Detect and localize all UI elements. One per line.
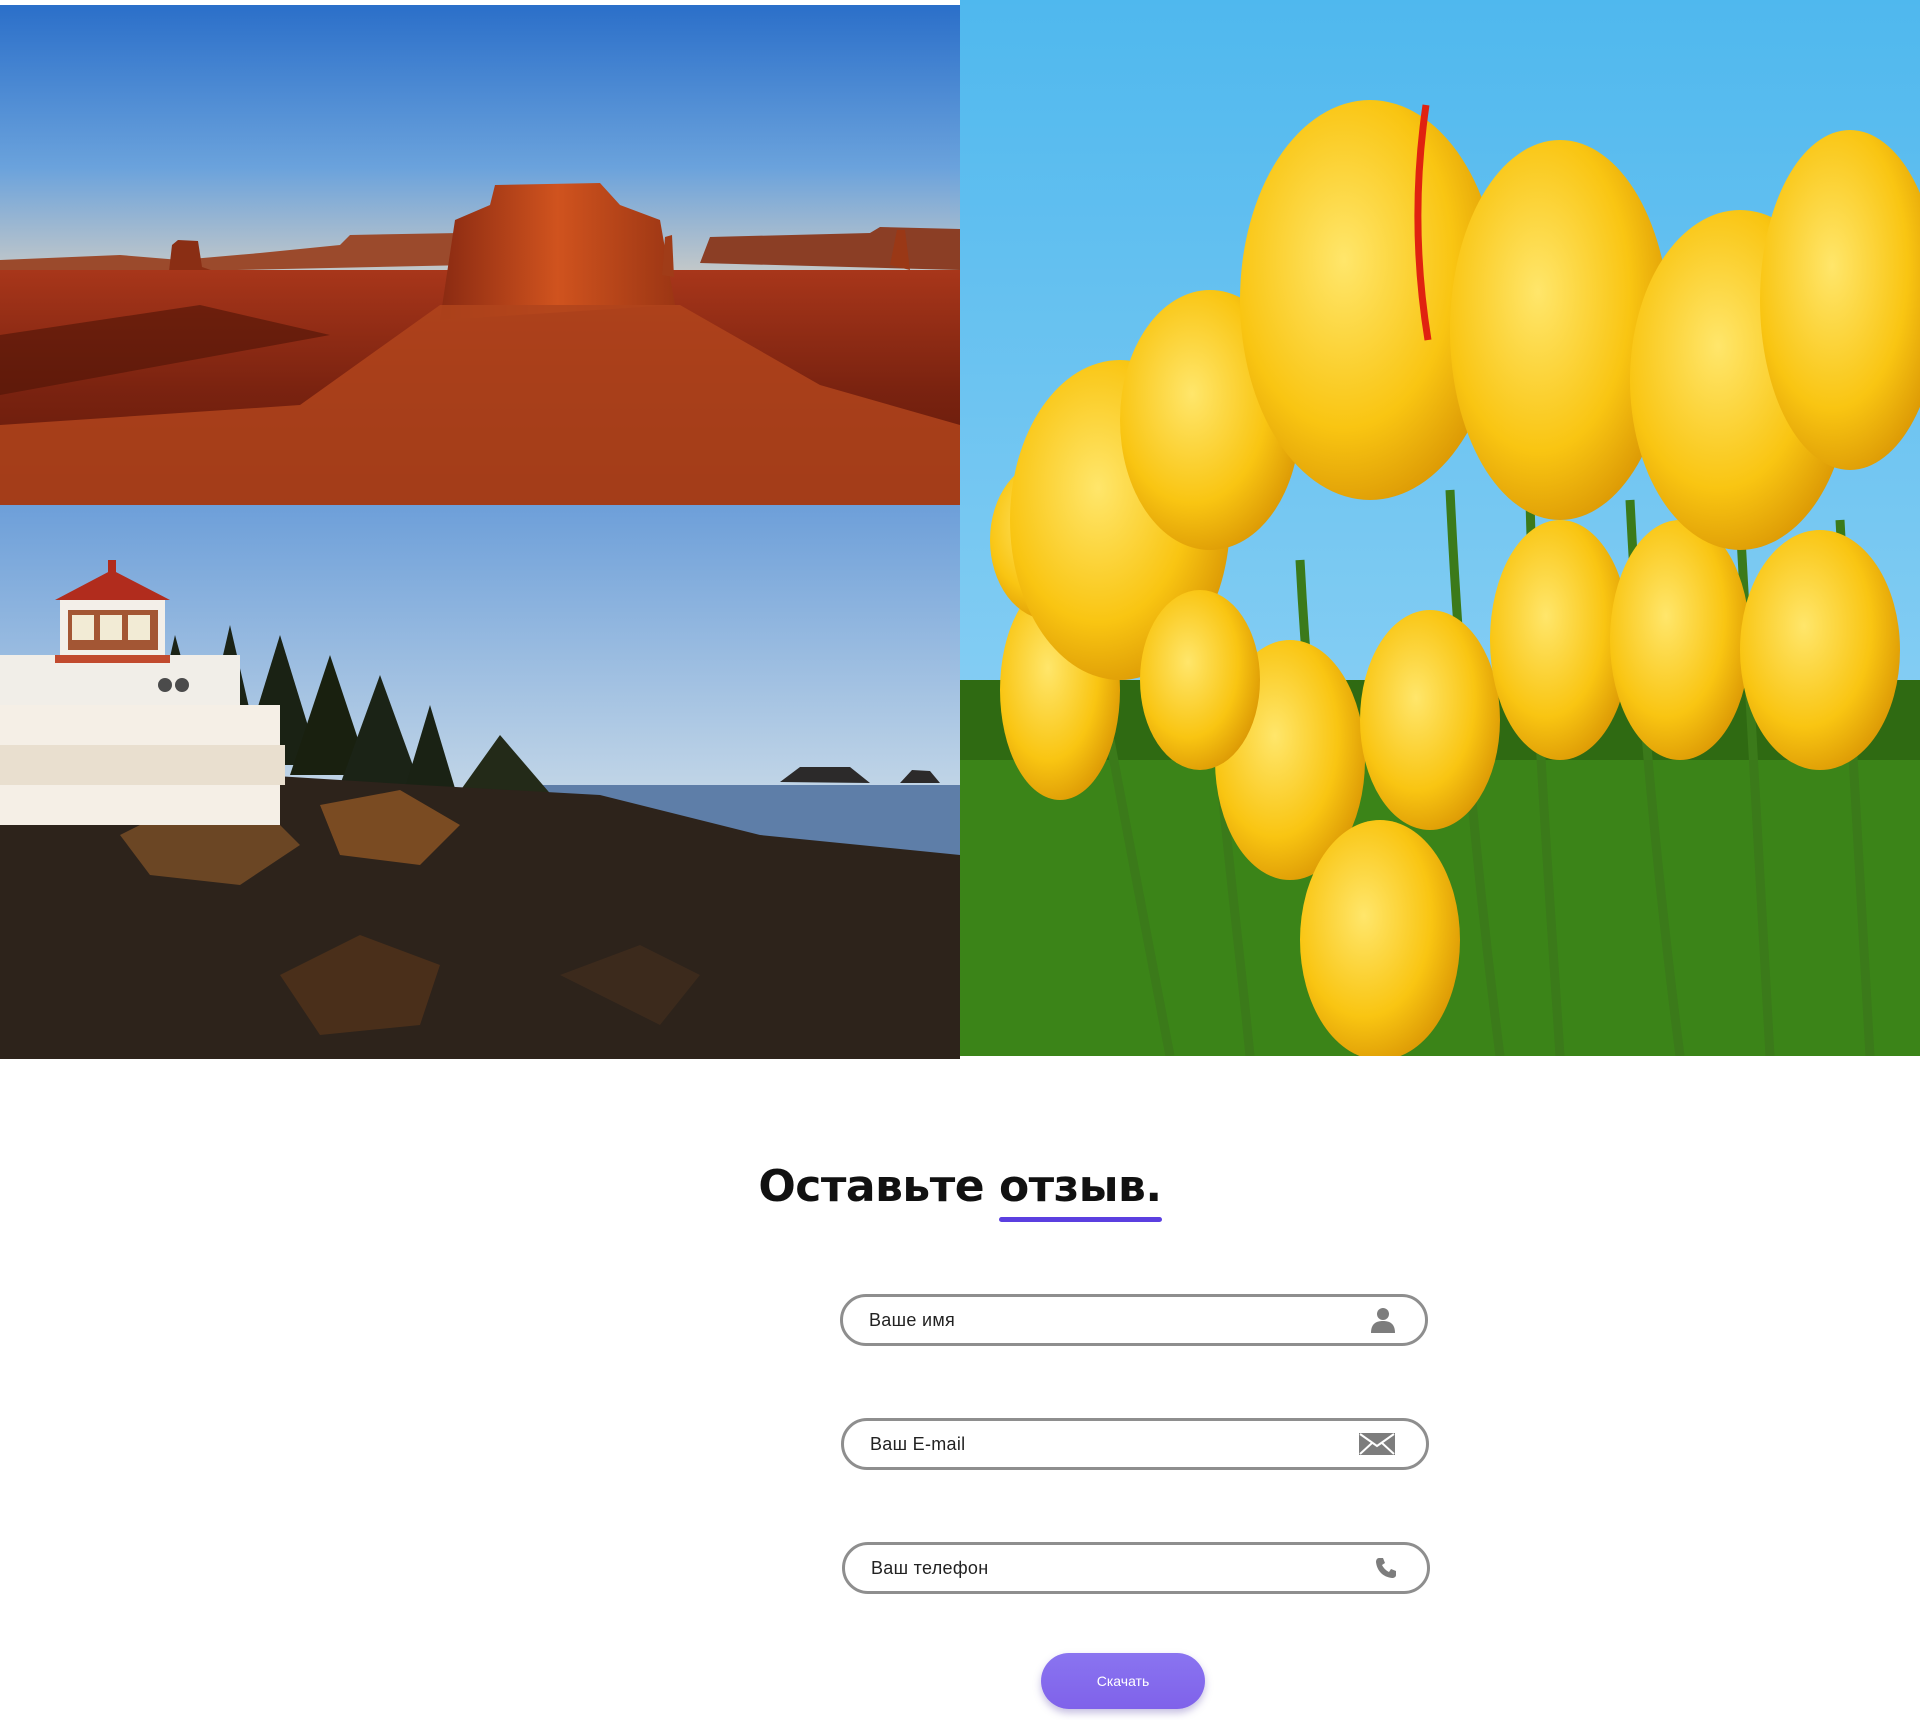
email-field[interactable]: Ваш E-mail xyxy=(841,1418,1429,1470)
download-button[interactable]: Скачать xyxy=(1041,1653,1205,1709)
name-field-label: Ваше имя xyxy=(869,1310,956,1330)
phone-field-label: Ваш телефон xyxy=(871,1558,989,1578)
photo-gallery xyxy=(0,0,1920,1059)
email-field-label: Ваш E-mail xyxy=(870,1434,966,1454)
title-accent: отзыв. xyxy=(998,1161,1162,1222)
desert-mesa-photo xyxy=(0,5,960,505)
phone-icon xyxy=(1375,1545,1397,1591)
yellow-tulips-photo xyxy=(960,0,1920,1056)
phone-field[interactable]: Ваш телефон xyxy=(842,1542,1430,1594)
name-field[interactable]: Ваше имя xyxy=(840,1294,1428,1346)
feedback-section: Оставьте отзыв. Ваше имя Ваш E-mail Ваш … xyxy=(0,1056,1920,1720)
page-title: Оставьте отзыв. xyxy=(0,1161,1920,1222)
user-icon xyxy=(1371,1297,1395,1343)
envelope-icon xyxy=(1358,1421,1396,1467)
lighthouse-photo xyxy=(0,505,960,1059)
title-main: Оставьте xyxy=(758,1161,985,1212)
